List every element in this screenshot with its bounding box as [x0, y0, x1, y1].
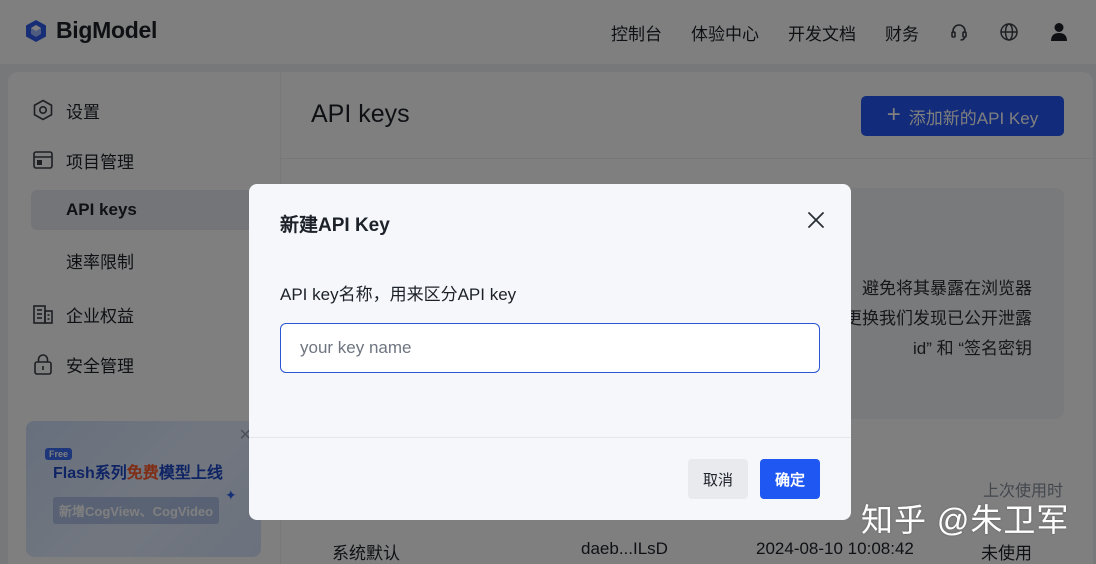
dialog-title: 新建API Key [280, 215, 390, 236]
key-name-input[interactable] [280, 323, 820, 373]
close-icon[interactable] [804, 208, 828, 232]
dialog-divider [249, 437, 851, 438]
watermark: 知乎 @朱卫军 [861, 502, 1070, 538]
confirm-button[interactable]: 确定 [760, 459, 820, 499]
key-name-label: API key名称，用来区分API key [280, 285, 517, 304]
new-api-key-dialog: 新建API Key API key名称，用来区分API key 取消 确定 [249, 184, 851, 520]
cancel-button[interactable]: 取消 [688, 459, 748, 499]
